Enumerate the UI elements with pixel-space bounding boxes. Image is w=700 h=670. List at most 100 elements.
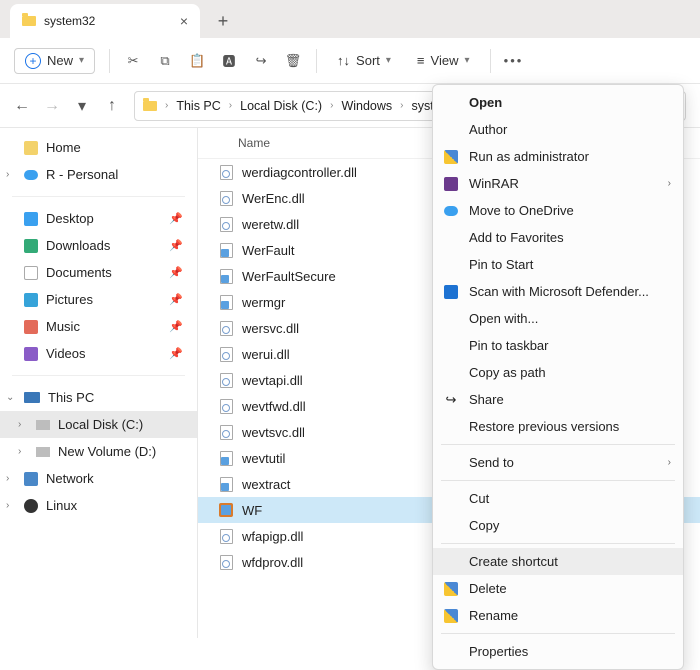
chevron-right-icon[interactable]: › — [6, 169, 9, 180]
sidebar-drive-c[interactable]: › Local Disk (C:) — [0, 411, 197, 438]
sidebar-home[interactable]: Home — [0, 134, 197, 161]
history-button[interactable]: ▾ — [74, 96, 90, 116]
chevron-right-icon: › — [165, 100, 168, 111]
cm-label: Run as administrator — [469, 149, 589, 164]
cm-onedrive[interactable]: Move to OneDrive — [433, 197, 683, 224]
view-icon: ≡ — [417, 53, 425, 68]
file-name: wextract — [242, 477, 290, 492]
new-tab-button[interactable]: + — [206, 4, 240, 38]
chevron-right-icon[interactable]: › — [18, 446, 21, 457]
sidebar-personal[interactable]: › R - Personal — [0, 161, 197, 188]
view-button[interactable]: ≡ View ▾ — [411, 49, 476, 72]
dll-icon — [218, 190, 234, 206]
sidebar-drive-d[interactable]: › New Volume (D:) — [0, 438, 197, 465]
crumb[interactable]: Windows — [341, 99, 392, 113]
cm-create-shortcut[interactable]: Create shortcut — [433, 548, 683, 575]
paste-icon[interactable]: 📋 — [188, 52, 206, 70]
crumb[interactable]: Local Disk (C:) — [240, 99, 322, 113]
cm-label: Delete — [469, 581, 507, 596]
new-button[interactable]: + New ▾ — [14, 48, 95, 74]
up-button[interactable]: ↑ — [104, 97, 120, 115]
chevron-right-icon: › — [668, 457, 671, 468]
cm-properties[interactable]: Properties — [433, 638, 683, 665]
sidebar-documents[interactable]: Documents 📌 — [0, 259, 197, 286]
dll-icon — [218, 424, 234, 440]
cm-rename[interactable]: Rename — [433, 602, 683, 629]
chevron-down-icon: ▾ — [79, 55, 84, 66]
dll-icon — [218, 164, 234, 180]
cm-cut[interactable]: Cut — [433, 485, 683, 512]
cm-label: Send to — [469, 455, 514, 470]
sidebar-music[interactable]: Music 📌 — [0, 313, 197, 340]
cm-favorites[interactable]: Add to Favorites — [433, 224, 683, 251]
cm-defender[interactable]: Scan with Microsoft Defender... — [433, 278, 683, 305]
sidebar-label: Documents — [46, 265, 112, 280]
cm-open[interactable]: Open — [433, 89, 683, 116]
cm-restore[interactable]: Restore previous versions — [433, 413, 683, 440]
share-icon[interactable]: ↪ — [252, 52, 270, 70]
delete-icon[interactable]: 🗑 — [284, 52, 302, 70]
plus-icon: + — [25, 53, 41, 69]
dll-icon — [218, 554, 234, 570]
pc-icon — [24, 392, 40, 403]
cm-label: Open with... — [469, 311, 538, 326]
file-name: wermgr — [242, 295, 285, 310]
share-icon: ↪ — [443, 392, 459, 408]
chevron-down-icon[interactable]: ⌄ — [6, 392, 14, 403]
cm-open-with[interactable]: Open with... — [433, 305, 683, 332]
sidebar-label: Linux — [46, 498, 77, 513]
dll-icon — [218, 216, 234, 232]
cm-delete[interactable]: Delete — [433, 575, 683, 602]
cm-winrar[interactable]: WinRAR› — [433, 170, 683, 197]
shield-icon — [444, 150, 458, 164]
cm-share[interactable]: ↪ Share — [433, 386, 683, 413]
sidebar-desktop[interactable]: Desktop 📌 — [0, 205, 197, 232]
forward-button[interactable]: → — [44, 97, 60, 115]
cm-author[interactable]: Author — [433, 116, 683, 143]
sidebar-videos[interactable]: Videos 📌 — [0, 340, 197, 367]
cloud-icon — [24, 170, 38, 180]
sidebar-label: Music — [46, 319, 80, 334]
chevron-right-icon[interactable]: › — [18, 419, 21, 430]
cm-label: Share — [469, 392, 504, 407]
sidebar-label: Network — [46, 471, 94, 486]
window-tab[interactable]: system32 × — [10, 4, 200, 38]
cm-send-to[interactable]: Send to › — [433, 449, 683, 476]
chevron-right-icon[interactable]: › — [6, 500, 9, 511]
cm-label: Cut — [469, 491, 489, 506]
chevron-right-icon[interactable]: › — [6, 473, 9, 484]
cm-copy-path[interactable]: Copy as path — [433, 359, 683, 386]
sidebar-linux[interactable]: › Linux — [0, 492, 197, 519]
cm-run-admin[interactable]: Run as administrator — [433, 143, 683, 170]
downloads-icon — [24, 239, 38, 253]
back-button[interactable]: ← — [14, 97, 30, 115]
divider — [12, 196, 185, 197]
cm-pin-taskbar[interactable]: Pin to taskbar — [433, 332, 683, 359]
cm-label: Author — [469, 122, 507, 137]
crumb[interactable]: This PC — [176, 99, 220, 113]
sidebar-thispc[interactable]: ⌄ This PC — [0, 384, 197, 411]
file-name: wfdprov.dll — [242, 555, 303, 570]
sidebar-downloads[interactable]: Downloads 📌 — [0, 232, 197, 259]
pictures-icon — [24, 293, 38, 307]
rename-icon[interactable]: 🅰 — [220, 52, 238, 70]
close-tab-icon[interactable]: × — [180, 13, 188, 29]
cm-pin-start[interactable]: Pin to Start — [433, 251, 683, 278]
divider — [441, 444, 675, 445]
cut-icon[interactable]: ✂ — [124, 52, 142, 70]
titlebar: system32 × + — [0, 0, 700, 38]
more-button[interactable]: ••• — [505, 52, 523, 70]
dll-icon — [218, 372, 234, 388]
file-name: werdiagcontroller.dll — [242, 165, 357, 180]
sidebar-pictures[interactable]: Pictures 📌 — [0, 286, 197, 313]
cm-label: Rename — [469, 608, 518, 623]
sidebar-network[interactable]: › Network — [0, 465, 197, 492]
exe-icon — [218, 268, 234, 284]
file-name: WerFault — [242, 243, 295, 258]
sort-button[interactable]: ↑↓ Sort ▾ — [331, 49, 397, 72]
chevron-down-icon: ▾ — [464, 55, 469, 66]
linux-icon — [24, 499, 38, 513]
cm-copy[interactable]: Copy — [433, 512, 683, 539]
file-name: wevtapi.dll — [242, 373, 303, 388]
copy-icon[interactable]: ⧉ — [156, 52, 174, 70]
